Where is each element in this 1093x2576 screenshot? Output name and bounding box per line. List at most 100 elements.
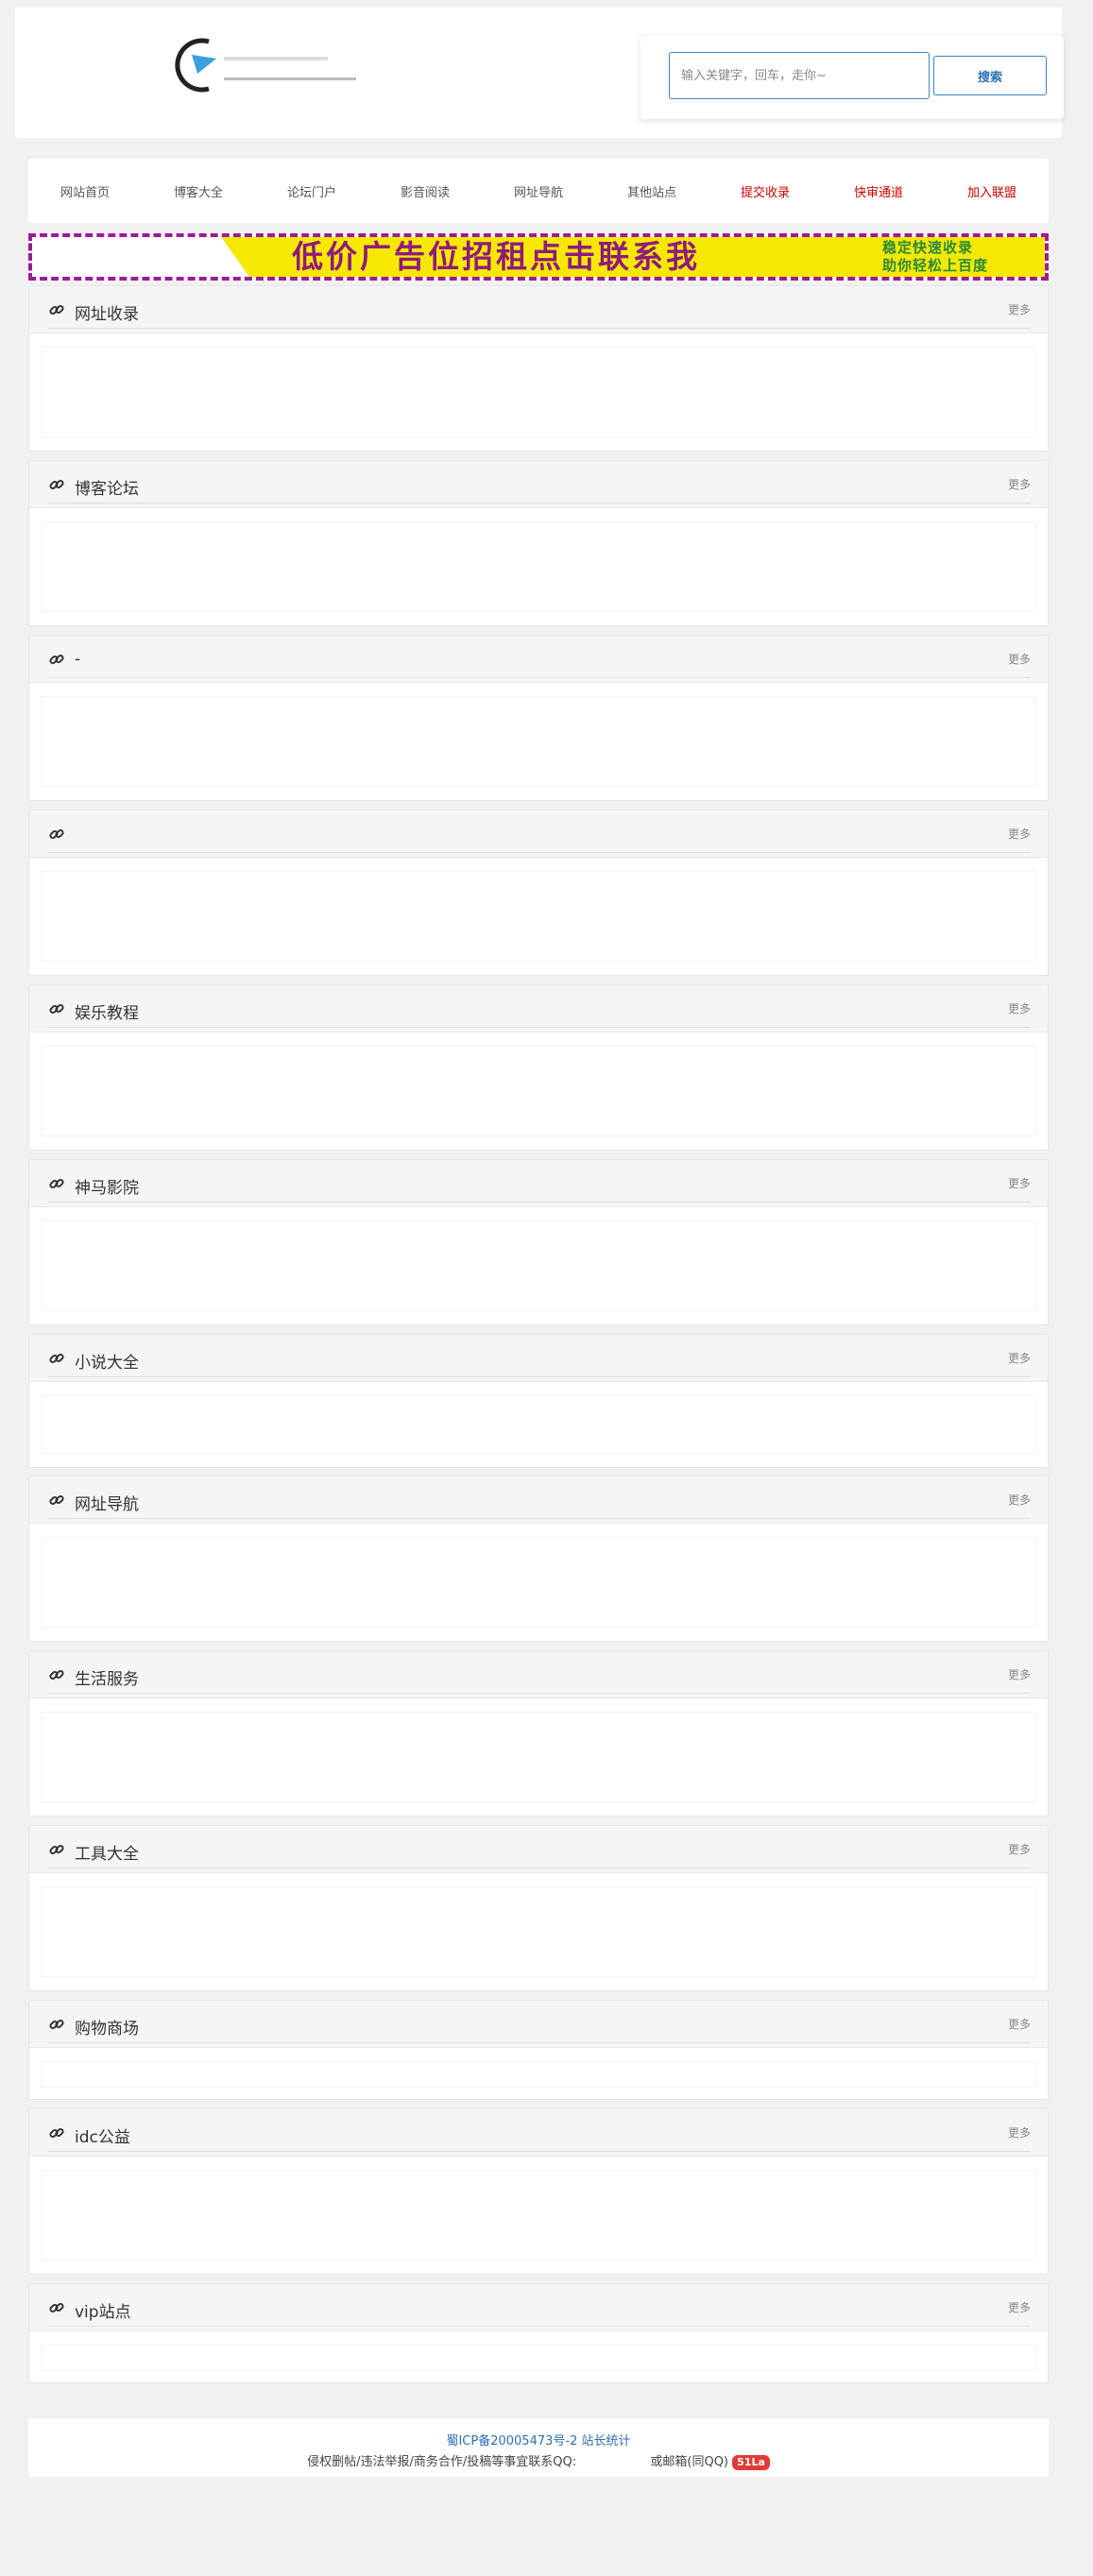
more-link[interactable]: 更多	[1008, 476, 1031, 492]
section-entertainment-tutorials: 娱乐教程 更多	[28, 984, 1049, 1151]
more-link[interactable]: 更多	[1008, 1350, 1031, 1366]
section-site-submissions: 网址收录 更多	[28, 285, 1049, 452]
search-panel: 搜索	[640, 36, 1064, 119]
section-title: 工具大全	[75, 1845, 139, 1864]
section-header: 网址收录 更多	[29, 286, 1048, 333]
nav-item-submit[interactable]: 提交收录	[709, 182, 822, 200]
divider	[48, 2042, 1031, 2043]
divider	[48, 1202, 1031, 1203]
more-link[interactable]: 更多	[1008, 826, 1031, 842]
ad-side-line-2: 助你轻松上百度	[882, 257, 989, 274]
ad-main-text: 低价广告位招租点击联系我	[292, 238, 700, 275]
section-title: 小说大全	[75, 1354, 139, 1373]
section-content	[41, 347, 1036, 437]
divider	[48, 328, 1031, 329]
more-link[interactable]: 更多	[1008, 1841, 1031, 1857]
section-unnamed-2: 更多	[28, 810, 1049, 976]
section-content	[41, 2061, 1036, 2088]
section-content	[41, 696, 1036, 787]
divider	[48, 677, 1031, 678]
link-icon	[49, 1494, 64, 1506]
section-title: 生活服务	[75, 1670, 139, 1689]
divider	[48, 1518, 1031, 1519]
nav-item-other-sites[interactable]: 其他站点	[595, 182, 709, 200]
more-link[interactable]: 更多	[1008, 651, 1031, 667]
search-button[interactable]: 搜索	[933, 56, 1047, 95]
site-logo[interactable]	[171, 30, 426, 106]
link-icon	[49, 1003, 64, 1015]
link-icon	[49, 304, 64, 316]
section-content	[41, 1220, 1036, 1311]
section-header: 工具大全 更多	[29, 1826, 1048, 1873]
section-title: 网址导航	[75, 1495, 139, 1514]
section-title: vip站点	[75, 2303, 131, 2322]
section-header: vip站点 更多	[29, 2284, 1048, 2331]
section-header: 博客论坛 更多	[29, 461, 1048, 508]
section-header: 生活服务 更多	[29, 1651, 1048, 1698]
link-icon	[49, 1353, 64, 1364]
section-content	[41, 2345, 1036, 2371]
link-icon	[49, 828, 64, 840]
section-content	[41, 521, 1036, 612]
section-title: 购物商场	[75, 2020, 139, 2039]
section-header: idc公益 更多	[29, 2109, 1048, 2157]
nav-item-fast-review[interactable]: 快审通道	[822, 182, 935, 200]
section-blogs-forums: 博客论坛 更多	[28, 460, 1049, 626]
ad-side-text: 稳定快速收录 助你轻松上百度	[882, 239, 1024, 275]
site-stats-link[interactable]: 站长统计	[582, 2434, 631, 2448]
search-input[interactable]	[669, 52, 930, 99]
more-link[interactable]: 更多	[1008, 301, 1031, 317]
site-header: 搜索	[15, 8, 1064, 138]
nav-item-forums[interactable]: 论坛门户	[255, 182, 368, 200]
divider	[48, 1027, 1031, 1028]
section-vip-sites: vip站点 更多	[28, 2283, 1049, 2383]
icp-link[interactable]: 蜀ICP备20005473号-2	[446, 2434, 577, 2448]
section-title: idc公益	[75, 2128, 130, 2147]
section-novels: 小说大全 更多	[28, 1334, 1049, 1468]
section-unnamed-1: - 更多	[28, 635, 1049, 801]
nav-item-join[interactable]: 加入联盟	[935, 182, 1049, 200]
more-link[interactable]: 更多	[1008, 2299, 1031, 2315]
nav-item-home[interactable]: 网站首页	[28, 182, 142, 200]
link-icon	[49, 479, 64, 490]
section-idc-charity: idc公益 更多	[28, 2108, 1049, 2275]
more-link[interactable]: 更多	[1008, 1175, 1031, 1191]
section-life-services: 生活服务 更多	[28, 1650, 1049, 1817]
more-link[interactable]: 更多	[1008, 1666, 1031, 1682]
site-footer: 蜀ICP备20005473号-2 站长统计 侵权删帖/违法举报/商务合作/投稿等…	[28, 2418, 1049, 2477]
section-content	[41, 1712, 1036, 1802]
section-title: 网址收录	[75, 305, 139, 324]
divider	[48, 1693, 1031, 1694]
link-icon	[49, 1844, 64, 1855]
section-content	[41, 1046, 1036, 1136]
main-nav: 网站首页 博客大全 论坛门户 影音阅读 网址导航 其他站点 提交收录 快审通道 …	[28, 159, 1049, 223]
section-title: 神马影院	[75, 1179, 139, 1198]
section-title: 娱乐教程	[75, 1004, 139, 1023]
section-content	[41, 1886, 1036, 1977]
section-header: - 更多	[29, 636, 1048, 683]
divider	[48, 1376, 1031, 1377]
ad-banner[interactable]: 低价广告位招租点击联系我 稳定快速收录 助你轻松上百度	[28, 233, 1049, 281]
nav-item-media[interactable]: 影音阅读	[368, 182, 482, 200]
section-tools: 工具大全 更多	[28, 1825, 1049, 1991]
nav-item-blogs[interactable]: 博客大全	[142, 182, 255, 200]
link-icon	[49, 1178, 64, 1189]
more-link[interactable]: 更多	[1008, 1492, 1031, 1508]
section-header: 小说大全 更多	[29, 1335, 1048, 1382]
more-link[interactable]: 更多	[1008, 1000, 1031, 1016]
stats-badge[interactable]: 51La	[732, 2455, 770, 2470]
section-title: 博客论坛	[75, 480, 139, 499]
section-content	[41, 1537, 1036, 1628]
more-link[interactable]: 更多	[1008, 2124, 1031, 2141]
divider	[48, 2326, 1031, 2327]
section-header: 神马影院 更多	[29, 1160, 1048, 1207]
contact-text: 侵权删帖/违法举报/商务合作/投稿等事宜联系QQ:	[307, 2455, 577, 2469]
link-icon	[49, 2302, 64, 2313]
section-content	[41, 871, 1036, 962]
section-header: 娱乐教程 更多	[29, 985, 1048, 1032]
section-shenma-cinema: 神马影院 更多	[28, 1159, 1049, 1325]
footer-links: 蜀ICP备20005473号-2 站长统计	[28, 2418, 1049, 2448]
more-link[interactable]: 更多	[1008, 2016, 1031, 2032]
ad-side-line-1: 稳定快速收录	[882, 239, 974, 256]
nav-item-directory[interactable]: 网址导航	[482, 182, 595, 200]
